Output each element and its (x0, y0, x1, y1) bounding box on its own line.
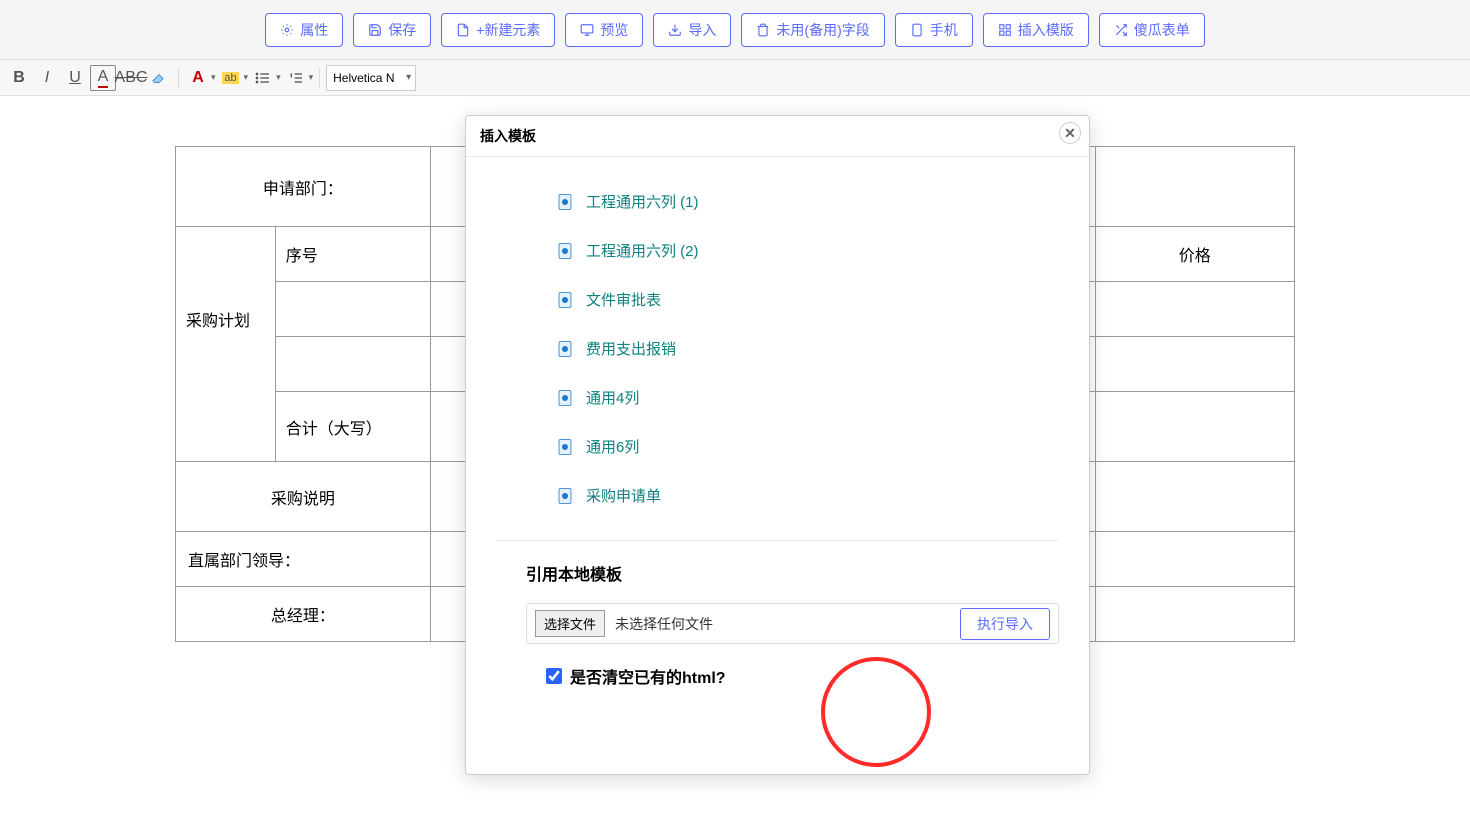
simple-form-button[interactable]: 傻瓜表单 (1099, 13, 1205, 47)
modal-title-text: 插入模板 (480, 128, 536, 144)
plan-section-label[interactable]: 采购计划 (176, 227, 276, 462)
bullet-list-dropdown[interactable]: ▾ (276, 72, 281, 83)
list-ol-icon (288, 70, 304, 86)
save-button[interactable]: 保存 (353, 13, 431, 47)
template-list: 工程通用六列 (1) 工程通用六列 (2) 文件审批表 费用支出报销 通用4列 … (496, 177, 1059, 540)
file-icon (556, 340, 574, 358)
modal-close-button[interactable]: ✕ (1059, 122, 1081, 144)
monitor-icon (580, 23, 594, 37)
plan-row-2-price[interactable] (1095, 337, 1294, 392)
file-picker-row: 选择文件 未选择任何文件 执行导入 (526, 603, 1059, 644)
clear-html-label: 是否清空已有的html? (570, 664, 726, 688)
gm-extra[interactable] (1095, 587, 1294, 642)
shuffle-icon (1114, 23, 1128, 37)
file-icon (556, 291, 574, 309)
template-name: 采购申请单 (586, 485, 661, 506)
import-icon (668, 23, 682, 37)
save-icon (368, 23, 382, 37)
text-color-dropdown[interactable]: ▾ (211, 72, 216, 83)
highlight-button[interactable]: ab (218, 65, 244, 91)
file-status-text: 未选择任何文件 (615, 614, 713, 634)
date-cell[interactable] (1095, 147, 1294, 227)
plan-row-1-seq[interactable] (275, 282, 430, 337)
direct-leader-extra[interactable] (1095, 532, 1294, 587)
top-toolbar: 属性 保存 +新建元素 预览 导入 未用(备用)字段 手机 插入模版 傻瓜表单 (0, 0, 1470, 60)
plan-row-2-seq[interactable] (275, 337, 430, 392)
total-header[interactable]: 合计（大写） (275, 392, 430, 462)
import-button[interactable]: 导入 (653, 13, 731, 47)
template-item[interactable]: 采购申请单 (556, 471, 1059, 520)
template-item[interactable]: 费用支出报销 (556, 324, 1059, 373)
mobile-icon (910, 23, 924, 37)
purchase-desc-label[interactable]: 采购说明 (176, 462, 431, 532)
template-name: 通用6列 (586, 436, 639, 457)
file-icon (556, 242, 574, 260)
plan-row-1-price[interactable] (1095, 282, 1294, 337)
insert-template-button[interactable]: 插入模版 (983, 13, 1089, 47)
template-name: 工程通用六列 (1) (586, 191, 699, 212)
numbered-list-button[interactable] (283, 65, 309, 91)
price-header[interactable]: 价格 (1095, 227, 1294, 282)
gear-icon (280, 23, 294, 37)
numbered-list-dropdown[interactable]: ▾ (309, 72, 314, 83)
execute-import-button[interactable]: 执行导入 (960, 608, 1050, 640)
grid-icon (998, 23, 1012, 37)
file-icon (556, 193, 574, 211)
clear-html-checkbox[interactable] (546, 668, 562, 684)
seq-header[interactable]: 序号 (275, 227, 430, 282)
template-name: 费用支出报销 (586, 338, 676, 359)
unused-fields-button[interactable]: 未用(备用)字段 (741, 13, 884, 47)
template-item[interactable]: 通用4列 (556, 373, 1059, 422)
text-color-button[interactable]: A (185, 65, 211, 91)
attributes-button[interactable]: 属性 (265, 13, 343, 47)
file-icon (556, 487, 574, 505)
local-template-title: 引用本地模板 (526, 561, 1059, 585)
strikethrough-button[interactable]: ABC (118, 65, 144, 91)
file-icon (556, 389, 574, 407)
bold-button[interactable]: B (6, 65, 32, 91)
list-ul-icon (255, 70, 271, 86)
file-plus-icon (456, 23, 470, 37)
template-name: 通用4列 (586, 387, 639, 408)
local-template-section: 引用本地模板 选择文件 未选择任何文件 执行导入 是否清空已有的html? (496, 540, 1059, 698)
modal-body[interactable]: 工程通用六列 (1) 工程通用六列 (2) 文件审批表 费用支出报销 通用4列 … (466, 157, 1089, 774)
clear-html-row: 是否清空已有的html? (526, 664, 1059, 688)
highlight-dropdown[interactable]: ▾ (244, 72, 249, 83)
file-icon (556, 438, 574, 456)
template-name: 工程通用六列 (2) (586, 240, 699, 261)
trash-icon (756, 23, 770, 37)
underline-button[interactable]: U (62, 65, 88, 91)
format-painter-button[interactable] (146, 65, 172, 91)
font-color-button[interactable]: A (90, 65, 116, 91)
font-family-select[interactable]: Helvetica N (326, 65, 416, 91)
italic-button[interactable]: I (34, 65, 60, 91)
bullet-list-button[interactable] (250, 65, 276, 91)
eraser-icon (151, 70, 167, 86)
editor-format-toolbar: B I U A ABC A ▾ ab ▾ ▾ ▾ Helvetica N (0, 60, 1470, 96)
purchase-desc-extra[interactable] (1095, 462, 1294, 532)
template-item[interactable]: 工程通用六列 (2) (556, 226, 1059, 275)
insert-template-modal: 插入模板 ✕ 工程通用六列 (1) 工程通用六列 (2) 文件审批表 费用支出报… (465, 115, 1090, 775)
template-item[interactable]: 工程通用六列 (1) (556, 177, 1059, 226)
choose-file-button[interactable]: 选择文件 (535, 610, 605, 637)
total-price[interactable] (1095, 392, 1294, 462)
mobile-button[interactable]: 手机 (895, 13, 973, 47)
direct-leader-label[interactable]: 直属部门领导： (176, 532, 431, 587)
new-element-button[interactable]: +新建元素 (441, 13, 555, 47)
dept-label-cell[interactable]: 申请部门： (176, 147, 431, 227)
modal-title-bar: 插入模板 ✕ (466, 116, 1089, 157)
template-item[interactable]: 通用6列 (556, 422, 1059, 471)
gm-label[interactable]: 总经理： (176, 587, 431, 642)
template-name: 文件审批表 (586, 289, 661, 310)
template-item[interactable]: 文件审批表 (556, 275, 1059, 324)
preview-button[interactable]: 预览 (565, 13, 643, 47)
